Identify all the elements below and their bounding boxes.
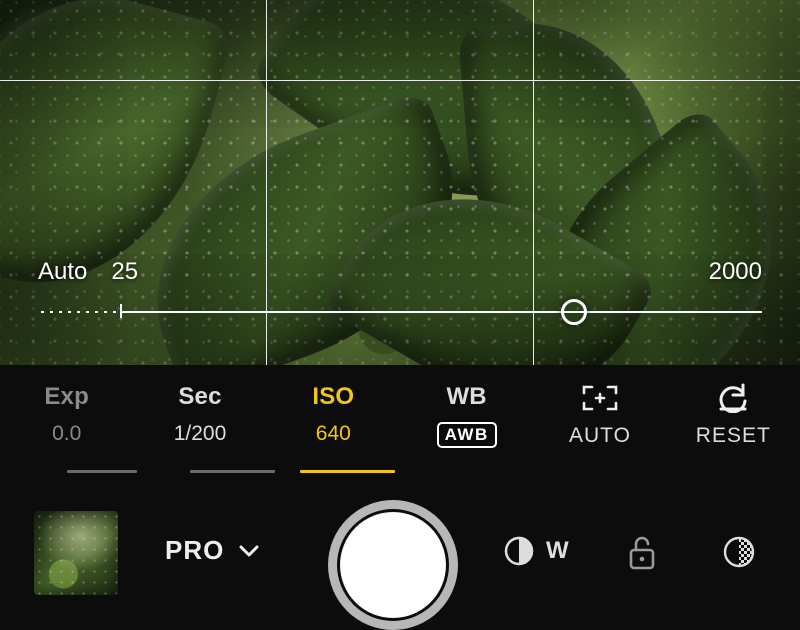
underline-iso bbox=[300, 470, 395, 473]
param-exposure-value: 0.0 bbox=[52, 422, 81, 446]
underline-exp bbox=[67, 470, 137, 473]
gallery-thumbnail[interactable] bbox=[34, 511, 118, 595]
iso-track-auto-segment bbox=[38, 311, 120, 313]
mode-label: PRO bbox=[165, 535, 224, 566]
param-iso-value: 640 bbox=[316, 422, 351, 446]
lens-toggle[interactable]: W bbox=[502, 534, 569, 568]
param-iso-label: ISO bbox=[312, 383, 354, 411]
param-reset[interactable]: RESET bbox=[667, 383, 800, 473]
chevron-down-icon bbox=[238, 544, 260, 558]
unlock-icon bbox=[624, 533, 660, 573]
underline-sec bbox=[190, 470, 275, 473]
param-wb-label: WB bbox=[446, 383, 486, 411]
controls-strip: Exp 0.0 Sec 1/200 ISO 640 WB AWB bbox=[0, 365, 800, 630]
mode-selector[interactable]: PRO bbox=[165, 535, 260, 566]
param-shutter-speed[interactable]: Sec 1/200 bbox=[133, 383, 266, 473]
focus-bracket-icon bbox=[580, 383, 620, 413]
iso-min-label: 25 bbox=[111, 258, 138, 286]
reset-icon bbox=[713, 383, 753, 413]
lock-button[interactable] bbox=[624, 533, 660, 573]
shutter-button[interactable] bbox=[328, 500, 458, 630]
lens-icon bbox=[502, 534, 536, 568]
param-focus-value: AUTO bbox=[569, 424, 631, 448]
viewfinder[interactable]: Auto 25 2000 bbox=[0, 0, 800, 365]
filters-icon bbox=[720, 533, 758, 571]
iso-auto-label: Auto bbox=[38, 258, 87, 286]
iso-max-label: 2000 bbox=[709, 258, 762, 286]
param-reset-label: RESET bbox=[696, 424, 771, 448]
param-focus[interactable]: AUTO bbox=[533, 383, 666, 473]
iso-thumb[interactable] bbox=[561, 299, 587, 325]
param-white-balance[interactable]: WB AWB bbox=[400, 383, 533, 473]
param-exposure-label: Exp bbox=[44, 383, 89, 411]
bottom-bar: PRO bbox=[0, 485, 800, 630]
grid-line-h1 bbox=[0, 80, 800, 81]
camera-app: Auto 25 2000 Exp 0.0 Sec 1/200 bbox=[0, 0, 800, 630]
lens-label: W bbox=[546, 537, 569, 565]
param-exposure[interactable]: Exp 0.0 bbox=[0, 383, 133, 473]
param-row: Exp 0.0 Sec 1/200 ISO 640 WB AWB bbox=[0, 383, 800, 473]
filters-button[interactable] bbox=[720, 533, 758, 571]
param-iso[interactable]: ISO 640 bbox=[267, 383, 400, 473]
iso-slider-labels: Auto 25 2000 bbox=[38, 258, 762, 286]
iso-track-range bbox=[120, 311, 762, 313]
param-wb-value: AWB bbox=[437, 422, 497, 448]
iso-slider[interactable]: Auto 25 2000 bbox=[38, 258, 762, 338]
param-sec-value: 1/200 bbox=[174, 422, 227, 446]
iso-track[interactable] bbox=[38, 310, 762, 314]
param-sec-label: Sec bbox=[178, 383, 221, 411]
